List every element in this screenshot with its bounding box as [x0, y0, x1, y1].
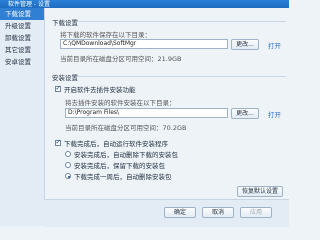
ok-button[interactable]: 确定 [164, 207, 196, 218]
title-bar: 软件管理 - 设置 [0, 0, 289, 8]
sidebar-item-android[interactable]: 安卓设置 [0, 56, 44, 68]
footer: 确定 取消 应用 [44, 199, 289, 227]
sidebar-item-download[interactable]: 下载设置 [0, 8, 44, 20]
settings-panel: 下载设置 将下载的软件保存在以下目录： C:\QMDownload\SoftMg… [46, 8, 289, 226]
download-path-input[interactable]: C:\QMDownload\SoftMgr [60, 39, 228, 49]
install-open-link[interactable]: 打开 [268, 109, 281, 119]
restore-defaults-button[interactable]: 恢复默认设置 [237, 186, 283, 197]
cancel-button[interactable]: 取消 [202, 207, 234, 218]
sidebar-item-upgrade[interactable]: 升级设置 [0, 20, 44, 32]
download-desc: 将下载的软件保存在以下目录： [60, 31, 151, 39]
option-delete-after-week-radio[interactable] [65, 173, 71, 179]
divider [78, 21, 286, 22]
download-space: 当前目录所在磁盘分区可用空间：21.9GB [60, 55, 182, 63]
install-browse-button[interactable]: 更改... [231, 108, 259, 119]
install-space: 当前目录所在磁盘分区可用空间：70.2GB [65, 124, 187, 132]
divider [78, 76, 286, 77]
option-delete-after-install-label: 安装完成后，自动删除下载的安装包 [74, 151, 178, 159]
install-desc: 将去插件安装的软件安装在以下目录： [65, 99, 176, 107]
auto-run-installer-checkbox[interactable] [55, 138, 61, 146]
download-section-title: 下载设置 [52, 19, 78, 27]
download-open-link[interactable]: 打开 [268, 40, 281, 50]
sidebar-item-other[interactable]: 其它设置 [0, 44, 44, 56]
option-delete-after-install-radio[interactable] [65, 151, 71, 157]
enable-plugin-free-checkbox[interactable] [55, 84, 61, 92]
enable-plugin-free-label: 开启软件去插件安装功能 [64, 86, 136, 94]
window-title: 软件管理 - 设置 [8, 1, 50, 8]
option-keep-package-label: 安装完成后，保留下载的安装包 [74, 162, 165, 170]
apply-button[interactable]: 应用 [240, 207, 272, 218]
sidebar-item-uninstall[interactable]: 卸载设置 [0, 32, 44, 44]
option-keep-package-radio[interactable] [65, 162, 71, 168]
auto-run-installer-label: 下载完成后，自动运行软件安装程序 [64, 140, 168, 148]
install-section-title: 安装设置 [52, 74, 78, 82]
download-browse-button[interactable]: 更改... [231, 39, 259, 50]
install-path-input[interactable]: D:\Program Files\ [65, 108, 228, 118]
option-delete-after-week-label: 下载完成一周后，自动删除安装包 [74, 173, 172, 181]
sidebar: 下载设置 升级设置 卸载设置 其它设置 安卓设置 [0, 8, 45, 226]
